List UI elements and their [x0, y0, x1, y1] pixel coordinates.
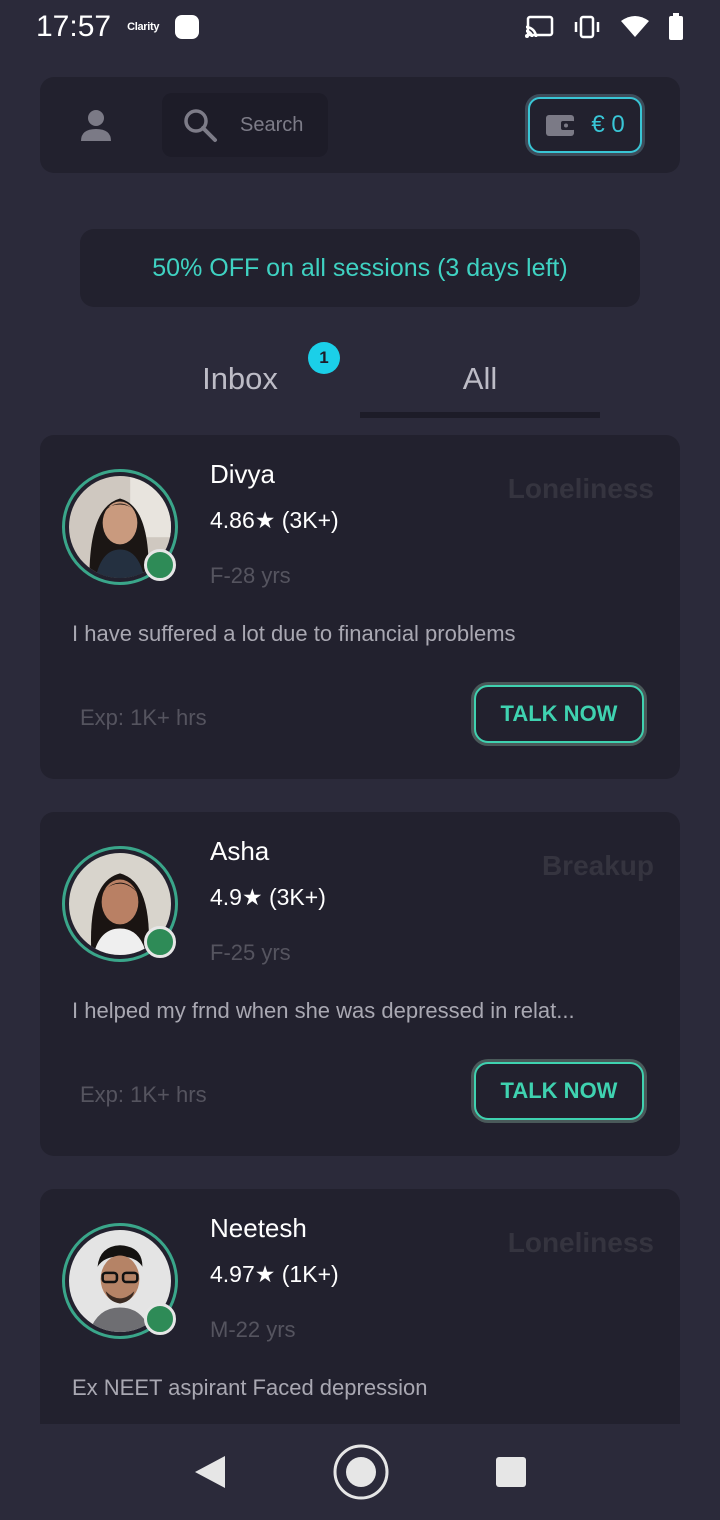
listener-experience: Exp: 1K+ hrs	[80, 705, 207, 730]
listener-bio: Ex NEET aspirant Faced depression	[72, 1375, 428, 1400]
wifi-icon	[621, 16, 649, 37]
listener-rating: 4.9★ (3K+)	[210, 884, 326, 910]
listener-rating: 4.97★ (1K+)	[210, 1261, 339, 1287]
talk-now-button[interactable]: TALK NOW	[474, 1062, 644, 1120]
status-time: 17:57	[36, 10, 112, 43]
system-nav-bar	[0, 1424, 720, 1520]
listener-topic: Loneliness	[507, 1227, 654, 1258]
search-input[interactable]: Search	[162, 93, 328, 157]
profile-icon[interactable]	[78, 107, 114, 143]
battery-icon	[669, 13, 683, 40]
listener-age: F-25 yrs	[210, 940, 291, 965]
listener-topic: Breakup	[541, 850, 654, 881]
online-status-dot	[144, 1303, 176, 1335]
wallet-button[interactable]: € 0	[528, 97, 642, 153]
search-placeholder: Search	[240, 113, 304, 136]
listener-bio: I have suffered a lot due to financial p…	[72, 621, 516, 646]
status-bar: 17:57 Clarity	[0, 0, 720, 54]
wallet-balance: € 0	[591, 111, 625, 138]
listener-age: M-22 yrs	[210, 1317, 296, 1342]
listener-name: Asha	[210, 836, 270, 866]
listener-card-neetesh[interactable]: Neetesh 4.97★ (1K+) M-22 yrs Loneliness …	[40, 1189, 680, 1424]
promo-banner[interactable]: 50% OFF on all sessions (3 days left)	[80, 229, 640, 307]
search-icon	[184, 109, 217, 142]
listener-card-divya[interactable]: Divya 4.86★ (3K+) F-28 yrs Loneliness I …	[40, 435, 680, 779]
status-right	[524, 13, 684, 41]
vibrate-icon	[574, 15, 600, 39]
top-bar: Search € 0	[40, 77, 680, 173]
listener-experience: Exp: 1K+ hrs	[80, 1082, 207, 1107]
talk-now-button[interactable]: TALK NOW	[474, 685, 644, 743]
listener-bio: I helped my frnd when she was depressed …	[72, 998, 575, 1023]
back-icon[interactable]	[193, 1454, 227, 1490]
tab-all[interactable]: All	[360, 340, 600, 418]
home-icon[interactable]	[332, 1443, 390, 1501]
recents-icon[interactable]	[495, 1456, 527, 1488]
listener-age: F-28 yrs	[210, 563, 291, 588]
listener-name: Divya	[210, 459, 276, 489]
notification-icon	[175, 15, 200, 39]
status-left: 17:57 Clarity	[36, 10, 200, 44]
cast-icon	[525, 15, 554, 38]
wallet-icon	[546, 115, 576, 136]
status-app-label: Clarity	[127, 21, 160, 33]
tab-selected-indicator	[360, 412, 600, 418]
online-status-dot	[144, 926, 176, 958]
listener-topic: Loneliness	[507, 473, 654, 504]
tabs: Inbox 1 All	[120, 340, 600, 420]
listener-rating: 4.86★ (3K+)	[210, 507, 339, 533]
online-status-dot	[144, 549, 176, 581]
listener-card-asha[interactable]: Asha 4.9★ (3K+) F-25 yrs Breakup I helpe…	[40, 812, 680, 1156]
inbox-badge: 1	[308, 342, 340, 374]
listener-name: Neetesh	[210, 1213, 307, 1243]
